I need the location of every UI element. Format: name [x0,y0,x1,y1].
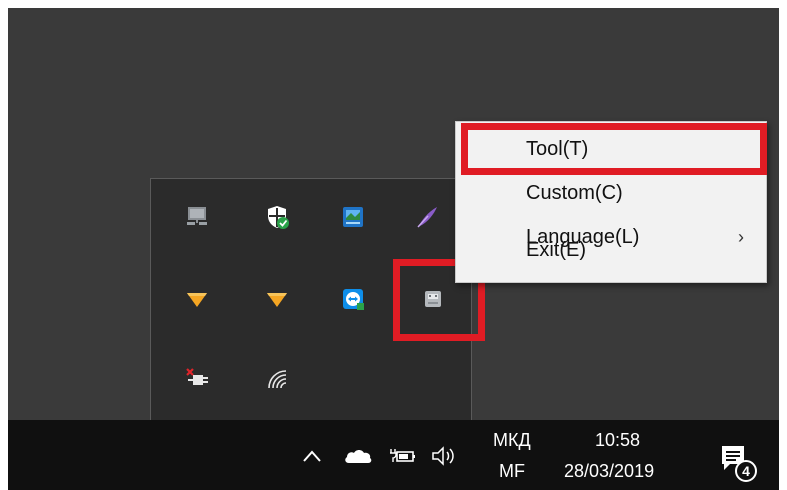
menu-item-tool[interactable]: Tool(T) [456,127,766,171]
language-indicator[interactable]: МКД [493,430,531,451]
usb-drive-icon[interactable] [413,279,453,319]
onedrive-cloud-icon[interactable] [341,442,375,470]
teamviewer-icon[interactable] [333,279,373,319]
menu-item-custom[interactable]: Custom(C) [456,171,766,215]
network-computer-icon[interactable] [177,197,217,237]
chevron-up-icon[interactable] [298,442,326,470]
screen: Tool(T) Custom(C) Language(L) › Exit(E) [0,0,787,490]
power-plug-unavailable-icon[interactable] [177,359,217,399]
hidden-icons-flyout [150,178,472,420]
chevron-right-icon: › [738,226,744,247]
orange-triangle-icon[interactable] [257,279,297,319]
orange-triangle-icon[interactable] [177,279,217,319]
wifi-signal-icon[interactable] [257,359,297,399]
menu-item-language[interactable]: Language(L) › [456,215,766,259]
speaker-volume-icon[interactable] [428,442,462,470]
menu-item-label: Exit(E) [526,239,586,261]
taskbar: МКД MF 10:58 28/03/2019 4 [8,420,779,490]
purple-feather-icon[interactable] [407,197,447,237]
battery-plug-icon[interactable] [386,442,418,470]
keyboard-layout-indicator[interactable]: MF [499,461,525,482]
context-menu: Tool(T) Custom(C) Language(L) › Exit(E) [455,121,767,283]
menu-item-label: Custom(C) [526,181,623,204]
windows-security-icon[interactable] [257,197,297,237]
menu-item-exit[interactable]: Exit(E) [456,239,766,281]
blue-app-icon[interactable] [333,197,373,237]
clock-time[interactable]: 10:58 [595,430,640,451]
notification-count-badge: 4 [735,460,757,482]
menu-item-label: Tool(T) [526,137,589,160]
clock-date[interactable]: 28/03/2019 [564,461,654,482]
